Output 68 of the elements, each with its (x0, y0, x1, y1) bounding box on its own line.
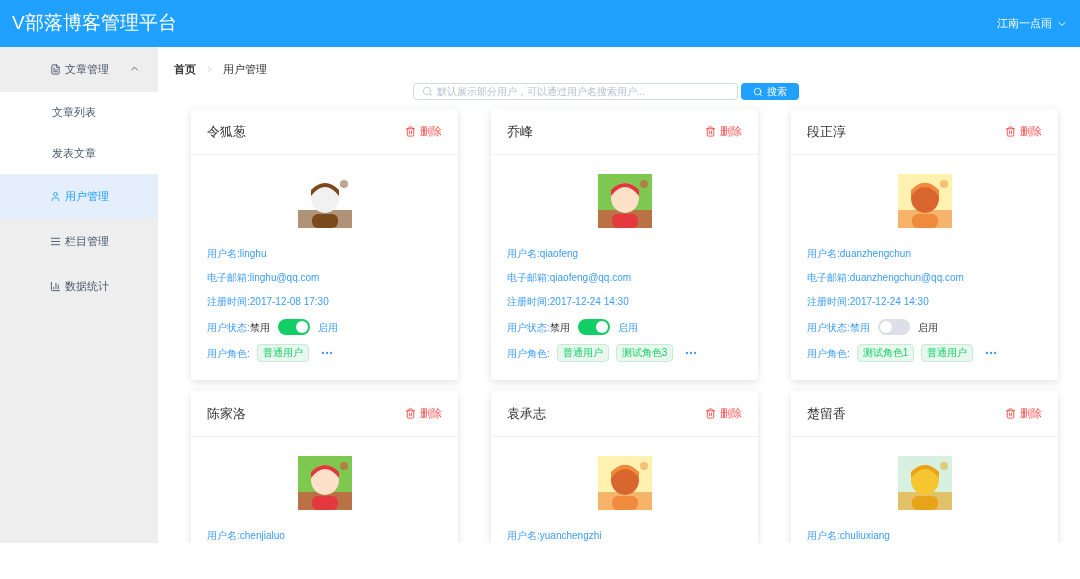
status-label: 用户状态: (807, 320, 850, 335)
user-name: 令狐葱 (207, 122, 246, 141)
user-info: 用户名:duanzhengchun (807, 247, 912, 261)
user-name: 乔峰 (507, 122, 533, 141)
search-icon (421, 86, 433, 97)
user-name: 陈家洛 (207, 404, 246, 423)
user-info: 用户名:chenjialuo (207, 529, 286, 543)
user-info: 用户名:qiaofeng (507, 247, 580, 261)
sidebar-item[interactable]: 文章管理 (0, 47, 158, 92)
disabled-label: 禁用 (549, 320, 570, 335)
status-switch[interactable] (277, 319, 310, 335)
delete-button[interactable]: 删除 (405, 405, 442, 422)
sidebar-icon (49, 281, 61, 292)
enabled-label: 启用 (917, 320, 938, 335)
disabled-label: 禁用 (249, 320, 270, 335)
user-info: 电子邮箱:qiaofeng@qq.com (507, 271, 633, 285)
user-info: 注册时间:2017-12-24 14:30 (807, 295, 930, 309)
sidebar-item[interactable]: 栏目管理 (0, 219, 158, 264)
search-icon (752, 86, 763, 97)
search-button[interactable]: 搜索 (740, 83, 799, 100)
search-field[interactable]: 默认展示部分用户，可以通过用户名搜索用户... (412, 83, 738, 100)
trash-icon (1005, 126, 1016, 137)
user-name: 袁承志 (507, 404, 546, 423)
sidebar-icon (49, 64, 61, 75)
trash-icon (405, 408, 416, 419)
status-switch[interactable] (877, 319, 910, 335)
delete-button[interactable]: 删除 (1005, 123, 1042, 140)
role-tag: 普通用户 (556, 344, 609, 362)
sidebar-item[interactable]: 用户管理 (0, 174, 158, 219)
user-info: 注册时间:2017-12-08 17:30 (207, 295, 330, 309)
sidebar-icon (49, 191, 61, 202)
user-info: 用户名:chuliuxiang (807, 529, 891, 543)
delete-button[interactable]: 删除 (705, 123, 742, 140)
user-info: 注册时间:2017-12-24 14:30 (507, 295, 630, 309)
disabled-label: 禁用 (849, 320, 870, 335)
enabled-label: 启用 (617, 320, 638, 335)
delete-button[interactable]: 删除 (705, 405, 742, 422)
user-info: 电子邮箱:duanzhengchun@qq.com (807, 271, 965, 285)
user-info: 用户名:yuanchengzhi (507, 529, 603, 543)
sidebar-icon (49, 236, 61, 247)
trash-icon (1005, 408, 1016, 419)
role-tag: 测试角色3 (615, 344, 674, 362)
role-tag: 测试角色1 (856, 344, 915, 362)
status-switch[interactable] (577, 319, 610, 335)
roles-label: 用户角色: (807, 346, 850, 361)
roles-label: 用户角色: (507, 346, 550, 361)
role-tag: 普通用户 (921, 344, 974, 362)
status-label: 用户状态: (207, 320, 250, 335)
trash-icon (405, 126, 416, 137)
enabled-label: 启用 (317, 320, 338, 335)
user-menu[interactable]: 江南一点雨 (997, 15, 1068, 32)
trash-icon (705, 126, 716, 137)
role-tag: 普通用户 (256, 344, 309, 362)
user-name: 楚留香 (807, 404, 846, 423)
app-title: V部落博客管理平台 (12, 11, 177, 36)
user-info: 电子邮箱:linghu@qq.com (207, 271, 321, 285)
breadcrumb-item[interactable]: 首页 (174, 60, 196, 78)
submenu-item[interactable]: 发表文章 (0, 133, 158, 174)
roles-label: 用户角色: (207, 346, 250, 361)
delete-button[interactable]: 删除 (405, 123, 442, 140)
breadcrumb-item: 用户管理 (223, 61, 267, 77)
user-info: 用户名:linghu (207, 247, 268, 261)
user-name: 段正淳 (807, 122, 846, 141)
status-label: 用户状态: (507, 320, 550, 335)
delete-button[interactable]: 删除 (1005, 405, 1042, 422)
trash-icon (705, 408, 716, 419)
submenu-item[interactable]: 文章列表 (0, 92, 158, 133)
sidebar-item[interactable]: 数据统计 (0, 264, 158, 309)
